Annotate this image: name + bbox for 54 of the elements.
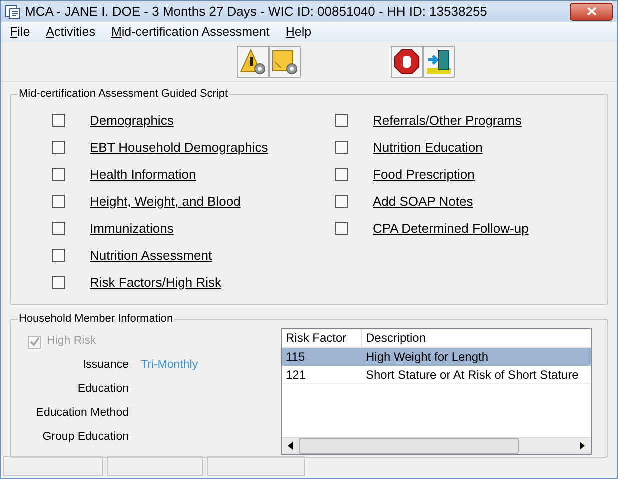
- script-link[interactable]: Height, Weight, and Blood: [90, 192, 241, 212]
- checkbox[interactable]: [52, 276, 65, 289]
- checkbox[interactable]: [52, 195, 65, 208]
- left-arrow-icon: [288, 442, 293, 450]
- checkbox[interactable]: [52, 114, 65, 127]
- document-icon: [5, 4, 21, 20]
- warning-gear-icon: [239, 48, 267, 76]
- field-label: Education Method: [36, 406, 129, 422]
- table-cell-text: 115: [285, 349, 306, 366]
- exit-door-button[interactable]: [423, 46, 455, 78]
- checkbox[interactable]: [335, 222, 348, 235]
- checkbox[interactable]: [335, 141, 348, 154]
- script-link[interactable]: Nutrition Assessment: [90, 246, 212, 266]
- high-risk-label: High Risk: [47, 334, 96, 350]
- right-arrow-icon: [580, 442, 585, 450]
- script-link[interactable]: Risk Factors/High Risk: [90, 272, 222, 292]
- checkbox[interactable]: [335, 168, 348, 181]
- script-link[interactable]: EBT Household Demographics: [90, 138, 268, 158]
- horizontal-scrollbar[interactable]: [282, 437, 591, 454]
- menu-item[interactable]: Mid-certification Assessment: [111, 22, 270, 42]
- field-label: Education: [78, 382, 129, 398]
- exit-door-icon: [425, 48, 453, 76]
- script-link[interactable]: Referrals/Other Programs: [373, 110, 522, 130]
- checkbox[interactable]: [52, 168, 65, 181]
- scroll-thumb[interactable]: [299, 438, 519, 454]
- script-link[interactable]: Nutrition Education: [373, 138, 483, 158]
- table-cell-text: 121: [285, 366, 308, 383]
- checkbox[interactable]: [52, 141, 65, 154]
- menu-item[interactable]: File: [10, 22, 30, 42]
- checkbox[interactable]: [335, 114, 348, 127]
- field-value: Tri-Monthly: [141, 358, 198, 374]
- checkbox[interactable]: [335, 195, 348, 208]
- table-row[interactable]: 115 High Weight for Length: [282, 348, 591, 366]
- table-cell-text: Short Stature or At Risk of Short Stature: [365, 366, 580, 383]
- field-label: Group Education: [42, 430, 129, 446]
- checkbox[interactable]: [52, 222, 65, 235]
- close-button[interactable]: [570, 2, 613, 20]
- script-link[interactable]: Demographics: [90, 110, 174, 130]
- note-gear-button[interactable]: [269, 46, 301, 78]
- window-title: MCA - JANE I. DOE - 3 Months 27 Days - WIC ID: 00851040 - HH ID: 13538255: [25, 2, 488, 21]
- note-gear-icon: [271, 48, 299, 76]
- table-cell-text: High Weight for Length: [365, 349, 490, 366]
- menu-item[interactable]: Help: [286, 22, 312, 42]
- script-link[interactable]: Immunizations: [90, 218, 174, 238]
- warning-gear-button[interactable]: [237, 46, 269, 78]
- group-title: Mid-certification Assessment Guided Script: [18, 87, 230, 101]
- script-link[interactable]: Food Prescription: [373, 164, 475, 184]
- close-icon: [586, 7, 596, 16]
- script-link[interactable]: Health Information: [90, 164, 196, 184]
- menu-item[interactable]: Activities: [46, 22, 96, 42]
- script-link[interactable]: Add SOAP Notes: [373, 192, 474, 212]
- script-link[interactable]: CPA Determined Follow-up: [373, 218, 529, 238]
- checkbox[interactable]: [52, 249, 65, 262]
- field-label: Issuance: [82, 358, 129, 374]
